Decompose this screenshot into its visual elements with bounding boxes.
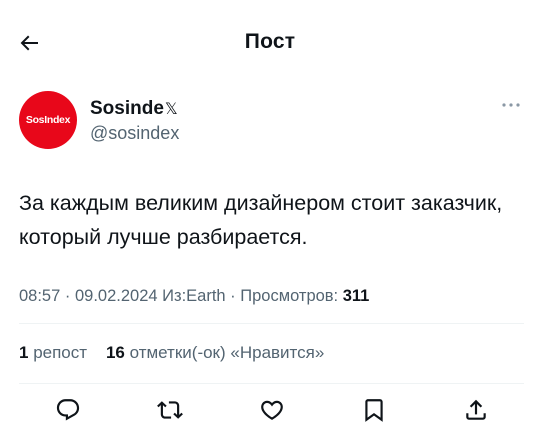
likes-stat[interactable]: 16 отметки(-ок) «Нравится»: [106, 343, 324, 362]
avatar[interactable]: SosIndex: [19, 91, 77, 149]
views-count: 311: [342, 287, 370, 305]
author-block: SosIndex Sosinde 𝕏 @sosindex: [19, 91, 524, 149]
heart-icon: [261, 400, 283, 420]
share-button[interactable]: [460, 394, 492, 426]
divider: [19, 383, 524, 384]
like-button[interactable]: [256, 394, 288, 426]
repost-button[interactable]: [154, 394, 186, 426]
source-prefix: Из:: [157, 287, 187, 305]
comment-icon: [56, 399, 80, 421]
tweet-date[interactable]: 09.02.2024: [75, 287, 158, 305]
reposts-label: репост: [28, 343, 88, 362]
author-display-name[interactable]: Sosinde 𝕏: [90, 98, 178, 120]
more-options-button[interactable]: [498, 95, 524, 115]
likes-label: отметки(-ок) «Нравится»: [124, 343, 325, 362]
avatar-logo-text: SosIndex: [25, 114, 71, 126]
reposts-stat[interactable]: 1 репост: [19, 343, 87, 362]
tweet-text: За каждым великим дизайнером стоит заказ…: [19, 191, 503, 249]
reply-button[interactable]: [52, 394, 84, 426]
bookmark-icon: [365, 399, 383, 422]
more-dots-icon: [502, 103, 520, 107]
action-bar: [52, 394, 492, 426]
author-handle[interactable]: @sosindex: [90, 123, 179, 144]
tweet-time[interactable]: 08:57: [19, 287, 60, 305]
bookmark-button[interactable]: [358, 394, 390, 426]
post-header: Пост: [0, 0, 540, 85]
divider: [19, 323, 524, 324]
engagement-stats: 1 репост 16 отметки(-ок) «Нравится»: [19, 343, 324, 363]
share-icon: [466, 399, 486, 420]
page-title: Пост: [244, 30, 296, 53]
views-label: Просмотров:: [240, 287, 343, 305]
likes-count: 16: [105, 343, 125, 362]
tweet-meta: 08:57 · 09.02.2024 Из:Earth · Просмотров…: [19, 287, 369, 306]
repost-icon: [157, 401, 183, 419]
tweet-source[interactable]: Earth: [186, 287, 225, 305]
x-logo-icon: 𝕏: [164, 101, 178, 118]
meta-separator: ·: [60, 287, 75, 305]
display-name-text: Sosinde: [90, 98, 164, 119]
meta-separator: ·: [225, 287, 241, 305]
